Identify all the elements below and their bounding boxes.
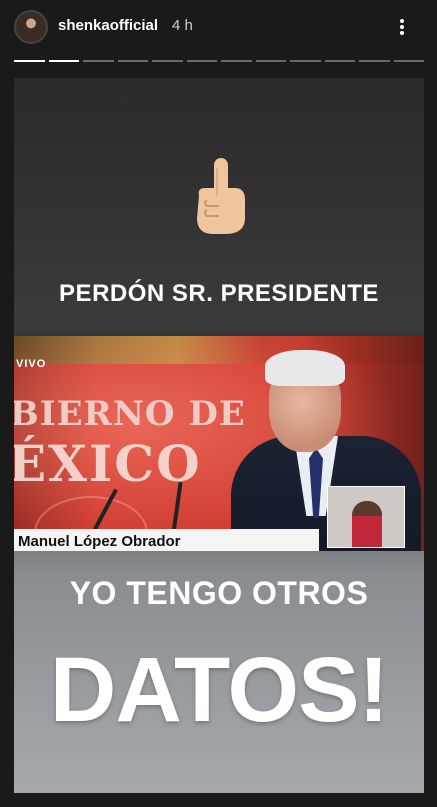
timestamp: 4 h — [172, 17, 193, 34]
tv-screen-photo: VIVO BIERNO DE ÉXICO Manuel López Obrado… — [14, 336, 424, 551]
lower-third: Manuel López Obrador — [14, 529, 319, 551]
progress-segment — [48, 60, 79, 62]
progress-segment — [359, 60, 390, 62]
progress-segment — [117, 60, 148, 62]
live-label: VIVO — [16, 358, 47, 370]
speaker-hair — [265, 350, 345, 386]
background-text-line2: ÉXICO — [14, 434, 202, 493]
progress-segment — [393, 60, 424, 62]
story-content[interactable]: PERDÓN SR. PRESIDENTE VIVO BIERNO DE ÉXI… — [14, 78, 424, 793]
caption-big: DATOS! — [49, 639, 389, 741]
progress-segment — [14, 60, 45, 62]
username[interactable]: shenkaofficial — [58, 17, 158, 34]
progress-segment — [324, 60, 355, 62]
lower-third-name: Manuel López Obrador — [18, 533, 181, 550]
progress-segment — [290, 60, 321, 62]
avatar[interactable] — [14, 10, 48, 44]
story-viewer: shenkaofficial 4 h PERDÓN SR. PRESIDENTE… — [0, 0, 437, 807]
story-progress-bar — [14, 60, 424, 62]
caption-middle: YO TENGO OTROS — [69, 575, 369, 611]
more-horizontal-icon[interactable] — [388, 13, 416, 41]
story-header: shenkaofficial 4 h — [0, 0, 437, 56]
progress-segment — [83, 60, 114, 62]
progress-segment — [221, 60, 252, 62]
progress-segment — [152, 60, 183, 62]
index-pointing-up-icon — [197, 158, 245, 234]
background-text-line1: BIERNO DE — [14, 394, 246, 434]
progress-segment — [255, 60, 286, 62]
interpreter-figure — [352, 501, 382, 547]
progress-segment — [186, 60, 217, 62]
sign-language-inset — [327, 486, 405, 548]
caption-top: PERDÓN SR. PRESIDENTE — [59, 280, 379, 307]
